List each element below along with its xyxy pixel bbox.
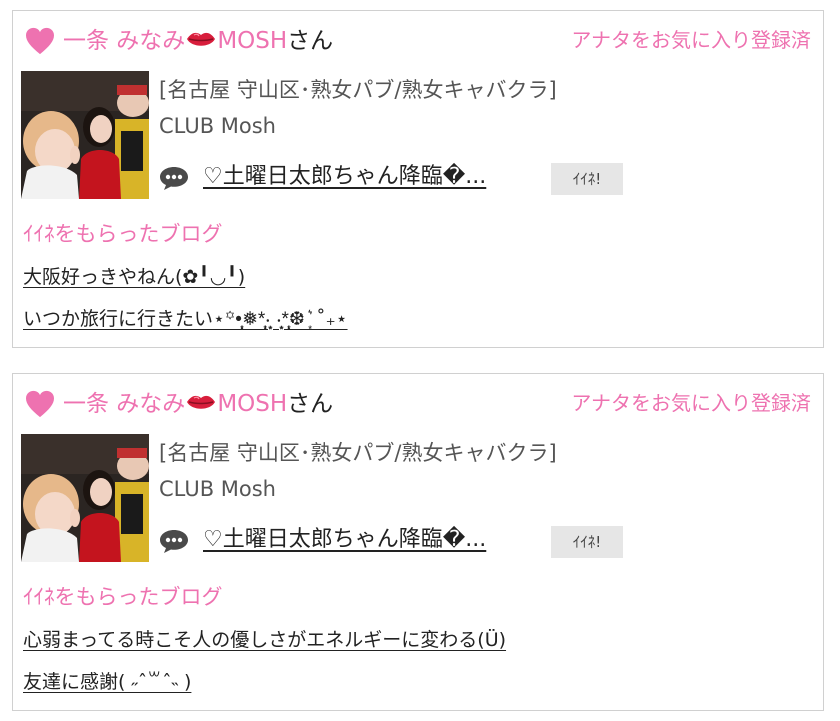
latest-post-link[interactable]: ♡土曜日太郎ちゃん降臨�... [203, 524, 486, 556]
liked-blog-link[interactable]: 友達に感謝( ˶ˆ꒳ˆ˵ ) [23, 668, 191, 696]
honorific: さん [287, 391, 334, 417]
girl-photo[interactable] [21, 434, 149, 562]
girl-name-text: 一条 みなみ [63, 28, 186, 54]
girl-name-link[interactable]: 一条 みなみ MOSH [63, 391, 287, 417]
girl-name-text: 一条 みなみ [63, 391, 186, 417]
heart-icon [26, 390, 54, 418]
iine-button[interactable]: ｲｲﾈ! [551, 526, 623, 558]
shop-name: CLUB Mosh [159, 114, 276, 138]
girl-name: 一条 みなみ MOSHさん [63, 388, 333, 420]
shop-name: CLUB Mosh [159, 477, 276, 501]
liked-blogs-title: ｲｲﾈをもらったブログ [23, 585, 223, 609]
girl-name-link[interactable]: 一条 みなみ MOSH [63, 28, 287, 54]
lips-icon [187, 32, 216, 46]
girl-name-suffix: MOSH [217, 28, 288, 54]
comment-icon [160, 530, 188, 553]
liked-blogs-title: ｲｲﾈをもらったブログ [23, 222, 223, 246]
liked-blog-link[interactable]: 心弱まってる時こそ人の優しさがエネルギーに変わる(Ü) [23, 626, 506, 654]
lips-icon [187, 395, 216, 409]
girl-card: 一条 みなみ MOSHさん アナタをお気に入り登録済 [名古屋 守山区･熟女パブ/… [12, 10, 824, 348]
shop-area: [名古屋 守山区･熟女パブ/熟女キャバクラ] [159, 78, 557, 102]
favorite-status: アナタをお気に入り登録済 [571, 391, 811, 415]
shop-area: [名古屋 守山区･熟女パブ/熟女キャバクラ] [159, 441, 557, 465]
liked-blog-link[interactable]: いつか旅行に行きたい⋆꙳•̩̩͙❅*̩̩͙‧͙ ‧͙*̩̩͙❆ ͙͛ ˚₊⋆ [23, 305, 348, 333]
liked-blog-link[interactable]: 大阪好っきやねん(✿╹◡╹) [23, 263, 245, 291]
card-header: 一条 みなみ MOSHさん アナタをお気に入り登録済 [25, 21, 813, 61]
latest-post-link[interactable]: ♡土曜日太郎ちゃん降臨�... [203, 161, 486, 193]
iine-button[interactable]: ｲｲﾈ! [551, 163, 623, 195]
girl-name: 一条 みなみ MOSHさん [63, 25, 333, 57]
girl-photo[interactable] [21, 71, 149, 199]
card-header: 一条 みなみ MOSHさん アナタをお気に入り登録済 [25, 384, 813, 424]
girl-name-suffix: MOSH [217, 391, 288, 417]
comment-icon [160, 167, 188, 190]
girl-card: 一条 みなみ MOSHさん アナタをお気に入り登録済 [名古屋 守山区･熟女パブ/… [12, 373, 824, 711]
honorific: さん [287, 28, 334, 54]
favorite-status: アナタをお気に入り登録済 [571, 28, 811, 52]
heart-icon [26, 27, 54, 55]
